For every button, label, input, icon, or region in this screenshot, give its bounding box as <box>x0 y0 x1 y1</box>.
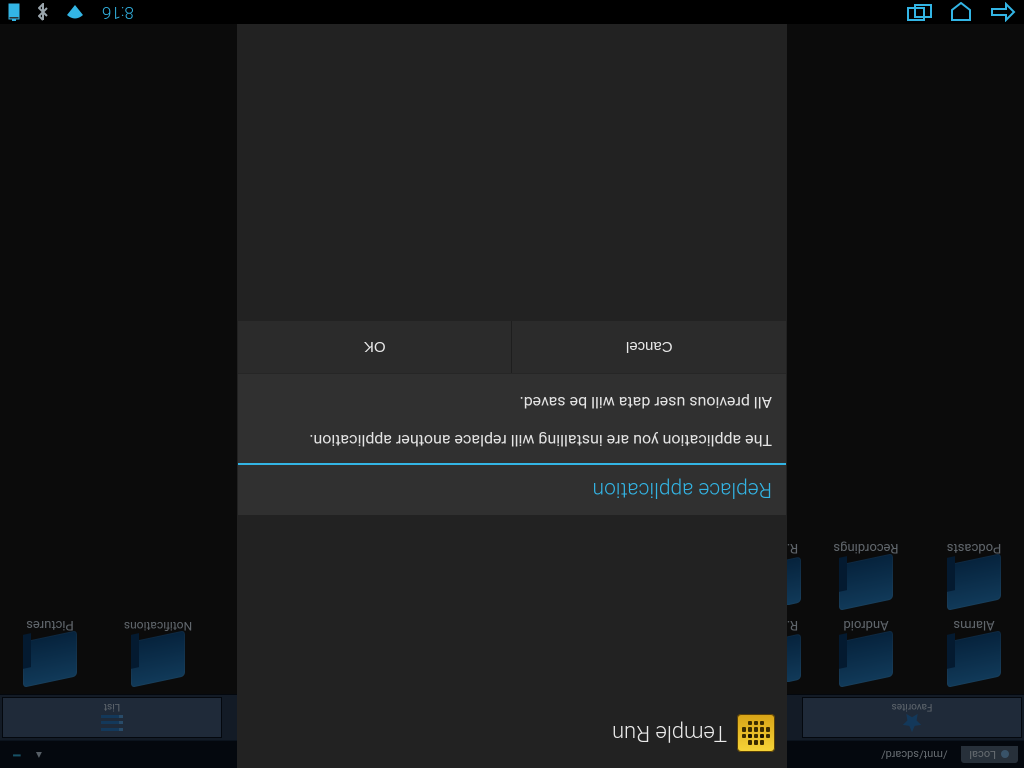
back-icon[interactable] <box>990 2 1016 22</box>
dialog-message-2: All previous user data will be saved. <box>252 392 772 414</box>
home-icon[interactable] <box>950 2 972 22</box>
wifi-icon <box>66 3 84 21</box>
cancel-button[interactable]: Cancel <box>513 321 787 373</box>
app-icon <box>737 714 775 752</box>
system-bar: 8:16 <box>0 0 1024 24</box>
ok-button[interactable]: OK <box>238 321 513 373</box>
installer-app-name: Temple Run <box>612 721 727 746</box>
dialog-title: Replace application <box>238 463 786 515</box>
recents-icon[interactable] <box>906 3 932 21</box>
bluetooth-icon <box>38 3 48 21</box>
dialog-message-1: The application you are installing will … <box>252 429 772 451</box>
clock: 8:16 <box>102 2 134 22</box>
replace-app-dialog: Replace application The application you … <box>237 320 787 516</box>
battery-icon <box>8 3 20 21</box>
dialog-body: The application you are installing will … <box>238 374 786 463</box>
